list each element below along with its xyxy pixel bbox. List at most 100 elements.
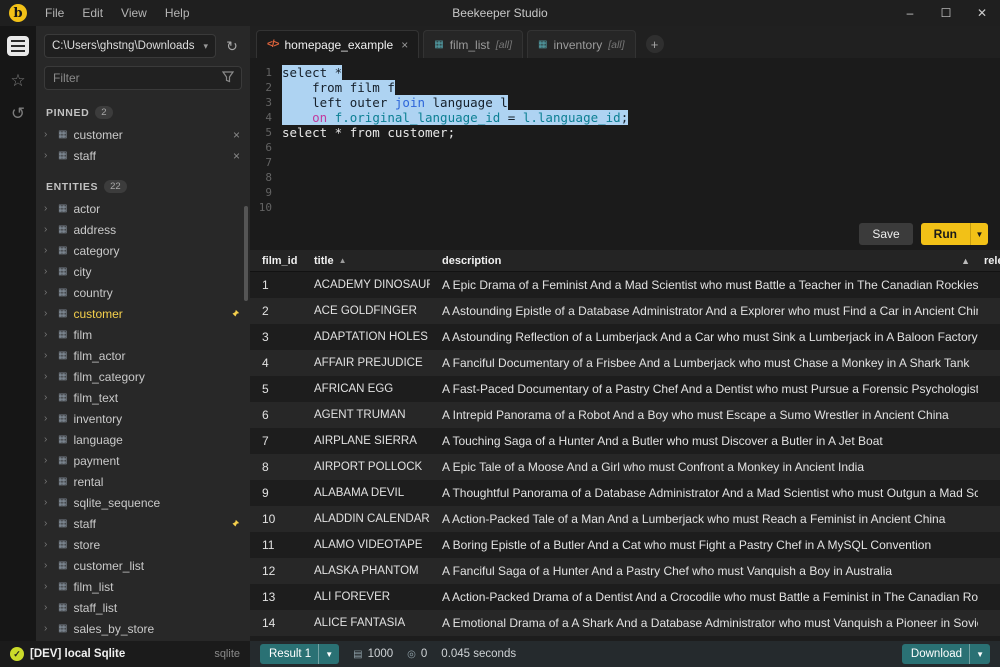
line-number: 8 <box>250 170 282 185</box>
pin-icon[interactable] <box>230 309 240 319</box>
editor-line: 8 <box>250 170 1000 185</box>
cell-description: A Boring Epistle of a Butler And a Cat w… <box>430 538 978 552</box>
cell-description: A Fanciful Saga of a Hunter And a Pastry… <box>430 564 978 578</box>
pinned-item-customer[interactable]: ›▦customer× <box>36 124 250 145</box>
entity-filter-input[interactable] <box>44 66 242 90</box>
tab-close-icon[interactable]: × <box>401 38 408 52</box>
tab-homepage_example[interactable]: </>homepage_example× <box>256 30 419 58</box>
entity-item-customer_list[interactable]: ›▦customer_list <box>36 555 250 576</box>
menu-edit[interactable]: Edit <box>73 6 112 20</box>
connected-check-icon: ✓ <box>10 647 24 661</box>
entity-item-staff[interactable]: ›▦staff <box>36 513 250 534</box>
entity-item-category[interactable]: ›▦category <box>36 240 250 261</box>
entity-name: film_category <box>73 370 240 384</box>
chevron-down-icon: ▼ <box>969 644 990 664</box>
new-tab-button[interactable]: + <box>646 35 664 53</box>
entities-count-badge: 22 <box>104 180 127 193</box>
table-icon: ▦ <box>58 308 67 319</box>
cell-film-id: 8 <box>250 460 302 474</box>
entity-item-store[interactable]: ›▦store <box>36 534 250 555</box>
table-icon: ▦ <box>58 371 67 382</box>
close-button[interactable]: ✕ <box>964 0 1000 26</box>
chevron-down-icon: ▾ <box>203 41 208 52</box>
error-count-stat: ◎ 0 <box>407 648 427 660</box>
table-icon: ▦ <box>58 392 67 403</box>
entities-label: ENTITIES <box>46 181 98 193</box>
tab-label: inventory <box>554 38 603 52</box>
connection-status[interactable]: ✓ [DEV] local Sqlite sqlite <box>0 641 250 667</box>
minimize-button[interactable]: – <box>892 0 928 26</box>
code-icon: </> <box>267 39 278 50</box>
pinned-count-badge: 2 <box>95 106 112 119</box>
pinned-section-header[interactable]: PINNED 2 <box>36 98 250 124</box>
table-icon: ▦ <box>58 413 67 424</box>
chevron-right-icon: › <box>44 476 52 487</box>
menu-view[interactable]: View <box>112 6 156 20</box>
entity-item-film_text[interactable]: ›▦film_text <box>36 387 250 408</box>
table-icon: ▦ <box>58 350 67 361</box>
code-text: left outer join language l <box>282 95 508 110</box>
database-selector[interactable]: C:\Users\ghstng\Downloads ▾ <box>44 34 216 58</box>
editor-line: 6 <box>250 140 1000 155</box>
save-button[interactable]: Save <box>859 223 912 245</box>
cell-film-id: 6 <box>250 408 302 422</box>
refresh-icon[interactable]: ↻ <box>222 38 242 55</box>
menu-file[interactable]: File <box>36 6 73 20</box>
unpin-close-icon[interactable]: × <box>233 149 240 163</box>
entity-item-sales_by_store[interactable]: ›▦sales_by_store <box>36 618 250 639</box>
entity-item-film[interactable]: ›▦film <box>36 324 250 345</box>
unpin-close-icon[interactable]: × <box>233 128 240 142</box>
tables-panel-icon[interactable] <box>7 36 29 56</box>
entity-item-payment[interactable]: ›▦payment <box>36 450 250 471</box>
cell-description: A Epic Drama of a Feminist And a Mad Sci… <box>430 278 978 292</box>
tab-film_list[interactable]: ▦film_list[all] <box>423 30 523 58</box>
cell-title: AIRPORT POLLOCK <box>302 461 430 473</box>
pinned-item-staff[interactable]: ›▦staff× <box>36 145 250 166</box>
entity-item-inventory[interactable]: ›▦inventory <box>36 408 250 429</box>
sql-editor[interactable]: 1select *2 from film f3 left outer join … <box>250 58 1000 218</box>
menu-help[interactable]: Help <box>156 6 199 20</box>
history-icon[interactable]: ↺ <box>11 105 25 122</box>
entity-name: sales_by_store <box>73 622 240 636</box>
alert-icon: ◎ <box>407 649 416 660</box>
filter-row <box>36 62 250 98</box>
entity-item-language[interactable]: ›▦language <box>36 429 250 450</box>
entity-item-film_list[interactable]: ›▦film_list <box>36 576 250 597</box>
favorites-icon[interactable]: ☆ <box>10 72 25 89</box>
sidebar-scrollbar[interactable] <box>244 206 248 301</box>
line-number: 7 <box>250 155 282 170</box>
scroll-top-icon[interactable]: ▲ <box>961 256 978 266</box>
entity-item-customer[interactable]: ›▦customer <box>36 303 250 324</box>
entity-item-actor[interactable]: ›▦actor <box>36 198 250 219</box>
run-options-caret-icon[interactable]: ▼ <box>970 223 988 245</box>
cell-film-id: 3 <box>250 330 302 344</box>
column-header-release_year[interactable]: release_year <box>978 250 1000 271</box>
table-icon: ▦ <box>58 539 67 550</box>
cell-title: AIRPLANE SIERRA <box>302 435 430 447</box>
entities-section-header[interactable]: ENTITIES 22 <box>36 172 250 198</box>
pinned-label: PINNED <box>46 107 89 119</box>
entity-item-rental[interactable]: ›▦rental <box>36 471 250 492</box>
cell-description: A Action-Packed Tale of a Man And a Lumb… <box>430 512 978 526</box>
entity-item-film_category[interactable]: ›▦film_category <box>36 366 250 387</box>
run-button[interactable]: Run <box>921 223 970 245</box>
table-row: 13ALI FOREVERA Action-Packed Drama of a … <box>250 584 1000 610</box>
entity-item-staff_list[interactable]: ›▦staff_list <box>36 597 250 618</box>
column-header-film_id[interactable]: film_id <box>250 250 302 271</box>
download-button[interactable]: Download ▼ <box>902 644 990 664</box>
entity-item-sqlite_sequence[interactable]: ›▦sqlite_sequence <box>36 492 250 513</box>
column-header-description[interactable]: description▲ <box>430 250 978 271</box>
entity-item-address[interactable]: ›▦address <box>36 219 250 240</box>
pin-icon[interactable] <box>230 519 240 529</box>
entity-name: address <box>73 223 240 237</box>
chevron-right-icon: › <box>44 245 52 256</box>
entity-item-city[interactable]: ›▦city <box>36 261 250 282</box>
entity-item-film_actor[interactable]: ›▦film_actor <box>36 345 250 366</box>
column-header-title[interactable]: title▲ <box>302 250 430 271</box>
entity-item-country[interactable]: ›▦country <box>36 282 250 303</box>
result-selector-button[interactable]: Result 1 ▼ <box>260 644 339 664</box>
table-icon: ▦ <box>58 434 67 445</box>
tab-suffix: [all] <box>608 39 624 51</box>
maximize-button[interactable]: ☐ <box>928 0 964 26</box>
tab-inventory[interactable]: ▦inventory[all] <box>527 30 636 58</box>
